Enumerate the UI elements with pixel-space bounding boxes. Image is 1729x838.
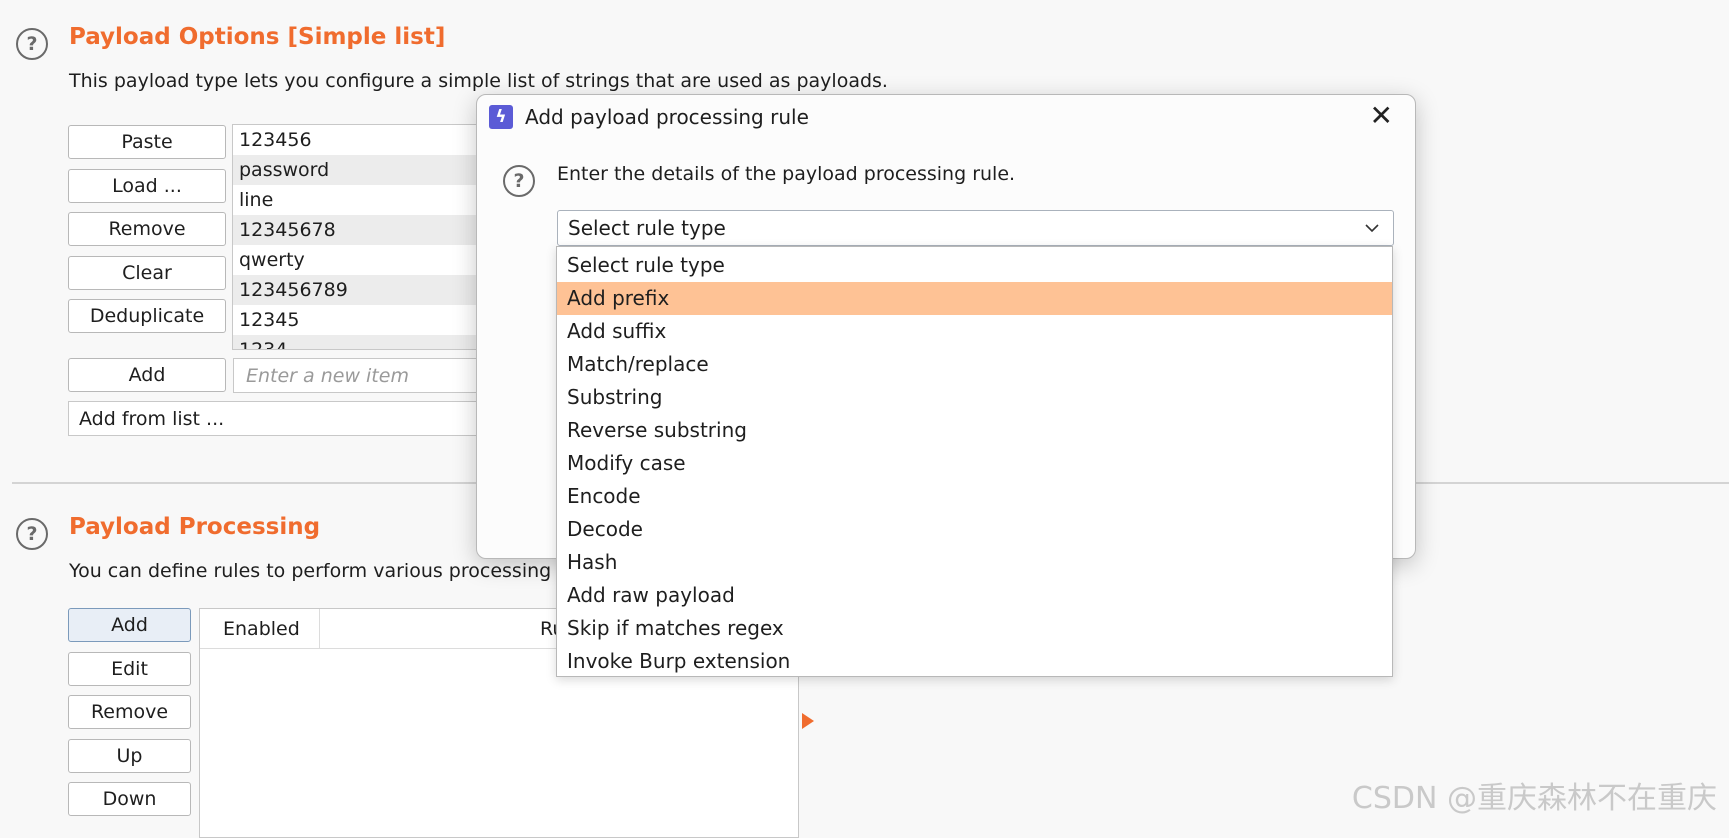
- payload-options-description: This payload type lets you configure a s…: [69, 70, 888, 92]
- add-item-button[interactable]: Add: [68, 358, 226, 392]
- payload-list[interactable]: 123456 password line 12345678 qwerty 123…: [232, 124, 492, 350]
- remove-button[interactable]: Remove: [68, 212, 226, 246]
- deduplicate-button[interactable]: Deduplicate: [68, 299, 226, 333]
- rule-type-select-value: Select rule type: [568, 216, 726, 240]
- option-match-replace[interactable]: Match/replace: [557, 348, 1392, 381]
- new-item-field[interactable]: [244, 363, 492, 388]
- option-modify-case[interactable]: Modify case: [557, 447, 1392, 480]
- rule-type-dropdown[interactable]: Select rule type Add prefix Add suffix M…: [556, 246, 1393, 677]
- paste-button[interactable]: Paste: [68, 125, 226, 159]
- watermark: CSDN @重庆森林不在重庆: [1351, 781, 1717, 816]
- lightning-icon: ϟ: [489, 105, 513, 129]
- payload-processing-title: Payload Processing: [69, 514, 321, 540]
- list-item[interactable]: 12345678: [233, 215, 491, 245]
- dialog-prompt: Enter the details of the payload process…: [557, 163, 1016, 185]
- rule-type-select[interactable]: Select rule type: [557, 210, 1394, 246]
- option-invoke-burp-extension[interactable]: Invoke Burp extension: [557, 645, 1392, 678]
- list-item[interactable]: 12345: [233, 305, 491, 335]
- option-select-rule-type[interactable]: Select rule type: [557, 249, 1392, 282]
- remove-rule-button[interactable]: Remove: [68, 695, 191, 729]
- option-reverse-substring[interactable]: Reverse substring: [557, 414, 1392, 447]
- option-skip-if-matches-regex[interactable]: Skip if matches regex: [557, 612, 1392, 645]
- option-add-prefix[interactable]: Add prefix: [557, 282, 1392, 315]
- option-add-raw-payload[interactable]: Add raw payload: [557, 579, 1392, 612]
- help-icon[interactable]: ?: [16, 28, 48, 60]
- new-item-input[interactable]: [233, 358, 493, 393]
- triangle-right-icon: [802, 713, 814, 729]
- option-substring[interactable]: Substring: [557, 381, 1392, 414]
- down-rule-button[interactable]: Down: [68, 782, 191, 816]
- dialog-title: Add payload processing rule: [525, 105, 809, 129]
- dialog-title-bar[interactable]: ϟ Add payload processing rule ✕: [477, 95, 1415, 139]
- list-item[interactable]: qwerty: [233, 245, 491, 275]
- column-header-enabled[interactable]: Enabled: [200, 609, 320, 649]
- option-add-suffix[interactable]: Add suffix: [557, 315, 1392, 348]
- option-hash[interactable]: Hash: [557, 546, 1392, 579]
- list-item[interactable]: 123456: [233, 125, 491, 155]
- chevron-down-icon: [1365, 224, 1379, 233]
- help-icon[interactable]: ?: [503, 165, 535, 197]
- list-item[interactable]: password: [233, 155, 491, 185]
- add-from-list-select[interactable]: Add from list ...: [68, 401, 493, 436]
- close-icon[interactable]: ✕: [1370, 101, 1393, 131]
- add-from-list-label: Add from list ...: [79, 407, 225, 430]
- option-encode[interactable]: Encode: [557, 480, 1392, 513]
- list-item[interactable]: 1234: [233, 335, 491, 349]
- clear-button[interactable]: Clear: [68, 256, 226, 290]
- payload-options-title: Payload Options [Simple list]: [69, 24, 446, 50]
- list-item[interactable]: line: [233, 185, 491, 215]
- edit-rule-button[interactable]: Edit: [68, 652, 191, 686]
- add-rule-button[interactable]: Add: [68, 608, 191, 642]
- option-decode[interactable]: Decode: [557, 513, 1392, 546]
- load-button[interactable]: Load ...: [68, 169, 226, 203]
- payload-processing-description: You can define rules to perform various …: [69, 560, 552, 582]
- list-item[interactable]: 123456789: [233, 275, 491, 305]
- up-rule-button[interactable]: Up: [68, 739, 191, 773]
- help-icon[interactable]: ?: [16, 518, 48, 550]
